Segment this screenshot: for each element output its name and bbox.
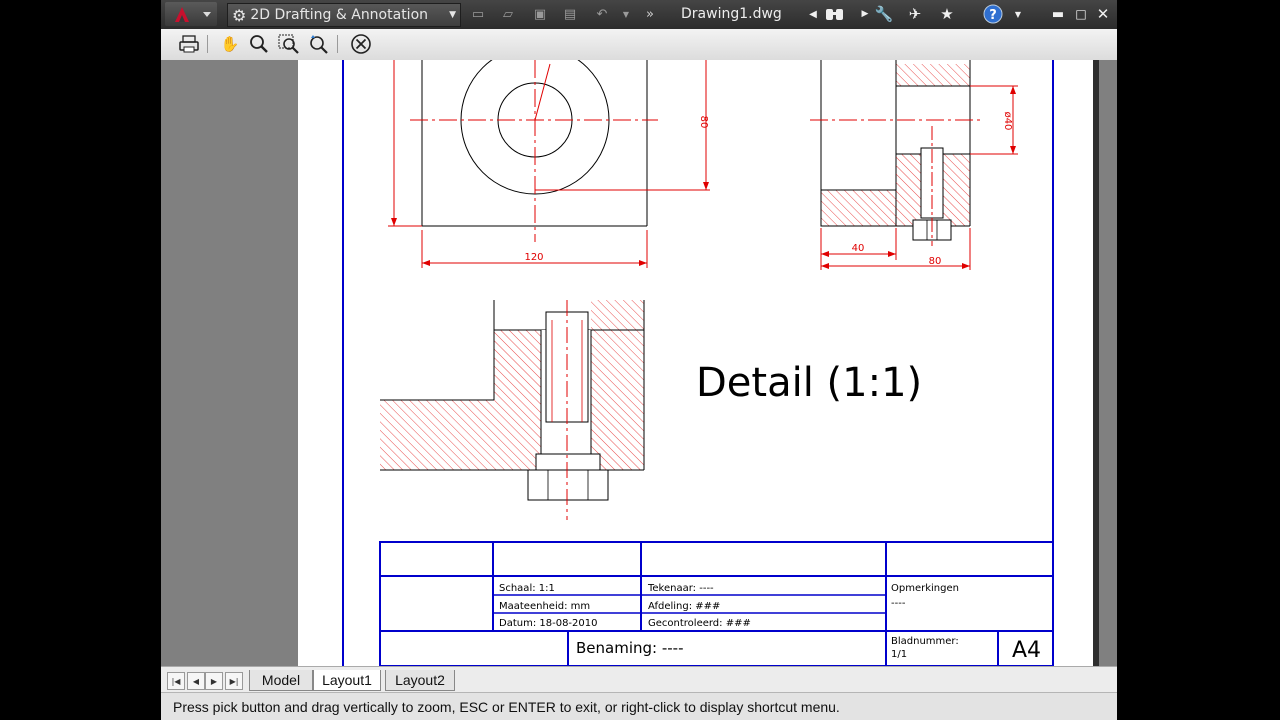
workspace-label: 2D Drafting & Annotation (250, 7, 429, 23)
application-menu-button[interactable] (165, 2, 217, 26)
tab-layout1[interactable]: Layout1 (313, 670, 381, 691)
dim-80b-label: 80 (929, 256, 942, 267)
workspace-dropdown[interactable]: ⚙ 2D Drafting & Annotation ▼ (227, 3, 461, 27)
saveas-icon[interactable]: ▤ (560, 5, 580, 23)
binoculars-icon[interactable] (823, 4, 847, 24)
paper-shadow (1093, 60, 1099, 666)
front-view: 120 80 (388, 45, 710, 268)
drawing-svg: 120 80 ø40 40 80 Detail (1:1) Schaal: 1:… (342, 45, 1054, 667)
maateenheid-label: Maateenheid: mm (499, 601, 590, 612)
star-icon[interactable]: ★ (935, 4, 959, 24)
autocad-window: ⚙ 2D Drafting & Annotation ▼ ▭ ▱ ▣ ▤ ↶ ▼… (161, 0, 1117, 720)
tab-layout2[interactable]: Layout2 (385, 670, 455, 691)
print-icon[interactable] (177, 33, 201, 55)
first-tab-icon[interactable]: |◀ (167, 672, 185, 690)
zoom-icon[interactable] (247, 33, 271, 55)
bladnummer-value: 1/1 (891, 649, 907, 660)
datum-label: Datum: 18-08-2010 (499, 618, 598, 629)
status-bar: Press pick button and drag vertically to… (161, 692, 1117, 720)
previous-tab-icon[interactable]: ◀ (187, 672, 205, 690)
last-tab-icon[interactable]: ▶| (225, 672, 243, 690)
paper-sheet: 120 80 ø40 40 80 Detail (1:1) Schaal: 1:… (298, 45, 1093, 667)
next-tab-icon[interactable]: ▶ (205, 672, 223, 690)
autocad-logo-icon (175, 7, 211, 22)
undo-dropdown-icon[interactable]: ▼ (616, 5, 636, 23)
sheet-format: A4 (1012, 638, 1041, 663)
pan-icon[interactable]: ✋ (218, 33, 242, 55)
restore-icon[interactable]: □ (1069, 4, 1093, 24)
separator (337, 35, 338, 53)
dim-40-label: 40 (852, 243, 865, 254)
open-icon[interactable]: ▱ (498, 5, 518, 23)
drawing-canvas[interactable]: 120 80 ø40 40 80 Detail (1:1) Schaal: 1:… (161, 45, 1117, 667)
undo-icon[interactable]: ↶ (592, 5, 612, 23)
help-dropdown-icon[interactable]: ▼ (1006, 4, 1030, 24)
save-icon[interactable]: ▣ (530, 5, 550, 23)
help-icon[interactable]: ? (981, 4, 1005, 24)
afdeling-label: Afdeling: ### (648, 601, 720, 612)
tab-model[interactable]: Model (249, 670, 313, 691)
dim-diam40-label: ø40 (1002, 112, 1013, 131)
separator (207, 35, 208, 53)
dim-120-label: 120 (524, 252, 543, 263)
tekenaar-label: Tekenaar: ---- (647, 583, 714, 594)
close-preview-icon[interactable] (349, 33, 373, 55)
layout-tabs-bar: |◀ ◀ ▶ ▶| Model Layout1 Layout2 (161, 666, 1117, 693)
wrench-icon[interactable]: 🔧 (872, 4, 896, 24)
detail-view: Detail (1:1) (380, 300, 922, 520)
gecontroleerd-label: Gecontroleerd: ### (648, 618, 751, 629)
minimize-icon[interactable]: ▬ (1046, 4, 1070, 24)
status-message: Press pick button and drag vertically to… (173, 698, 840, 715)
schaal-label: Schaal: 1:1 (499, 583, 555, 594)
left-arrow-icon[interactable]: ◀ (801, 4, 825, 24)
preview-toolbar: ✋ (161, 29, 1117, 61)
dim-80-label: 80 (698, 116, 709, 129)
bladnummer-label: Bladnummer: (891, 636, 959, 647)
svg-text:?: ? (989, 8, 997, 23)
title-bar: ⚙ 2D Drafting & Annotation ▼ ▭ ▱ ▣ ▤ ↶ ▼… (161, 0, 1117, 29)
new-icon[interactable]: ▭ (468, 5, 488, 23)
gear-icon: ⚙ (232, 5, 247, 25)
chevron-down-icon: ▼ (449, 10, 456, 20)
detail-title: Detail (1:1) (696, 360, 922, 406)
satellite-icon[interactable]: ✈ (903, 4, 927, 24)
zoom-previous-icon[interactable] (307, 33, 331, 55)
benaming-label: Benaming: ---- (576, 639, 684, 657)
zoom-window-icon[interactable] (277, 33, 301, 55)
side-section-view: ø40 40 80 (810, 60, 1018, 270)
redo-icon[interactable]: » (640, 5, 660, 23)
close-icon[interactable]: ✕ (1091, 4, 1115, 24)
opmerkingen-value: ---- (891, 598, 906, 609)
document-title: Drawing1.dwg (681, 6, 782, 22)
opmerkingen-label: Opmerkingen (891, 583, 959, 594)
